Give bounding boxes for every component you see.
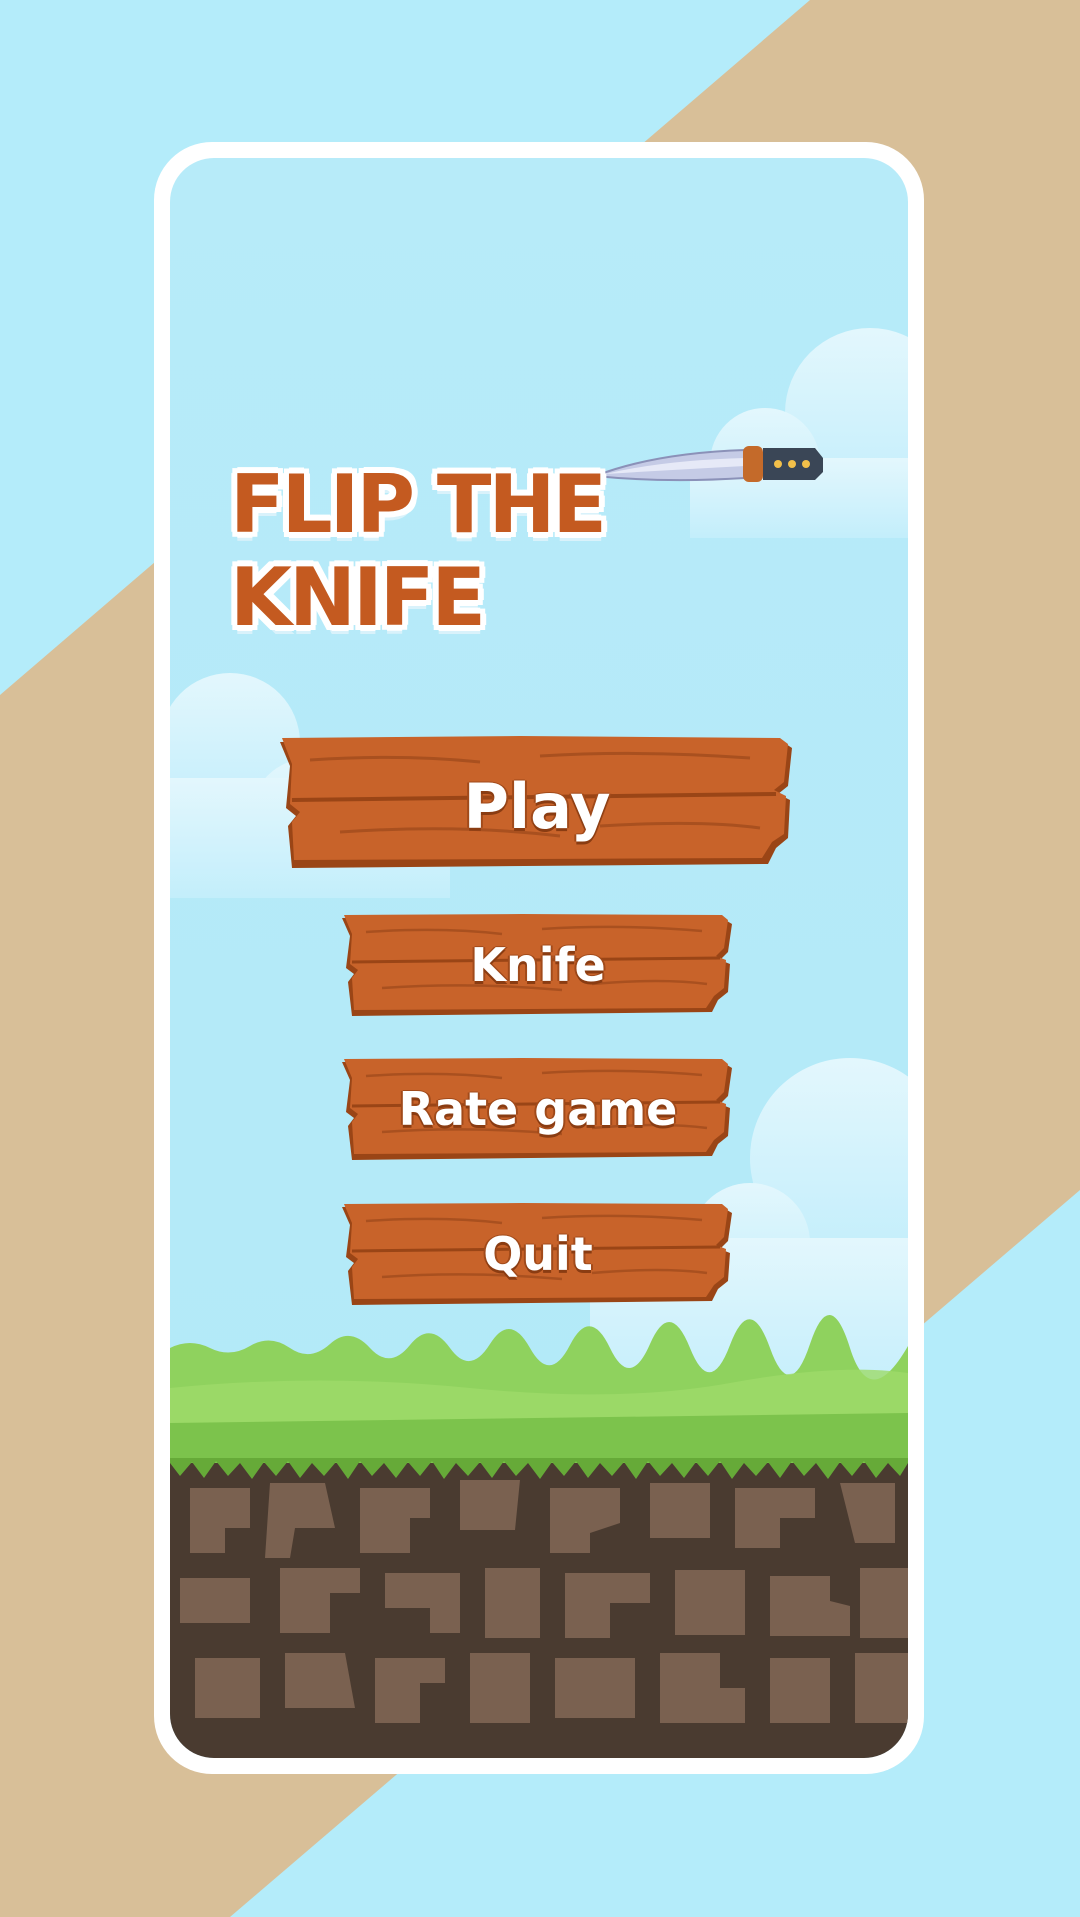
quit-button[interactable]: Quit [342,1203,734,1309]
rate-game-label: Rate game [398,1082,678,1136]
title-logo: FLIP THE KNIFE [170,428,908,644]
rate-game-button[interactable]: Rate game [342,1058,734,1164]
play-label: Play [463,770,611,843]
play-button[interactable]: Play [280,736,794,876]
quit-label: Quit [483,1227,593,1281]
game-title: FLIP THE KNIFE [230,458,607,644]
phone-frame: FLIP THE KNIFE Play Knife Rate game Quit [154,142,924,1774]
knife-button[interactable]: Knife [342,914,734,1020]
game-screen: FLIP THE KNIFE Play Knife Rate game Quit [170,158,908,1758]
knife-label: Knife [470,938,606,992]
